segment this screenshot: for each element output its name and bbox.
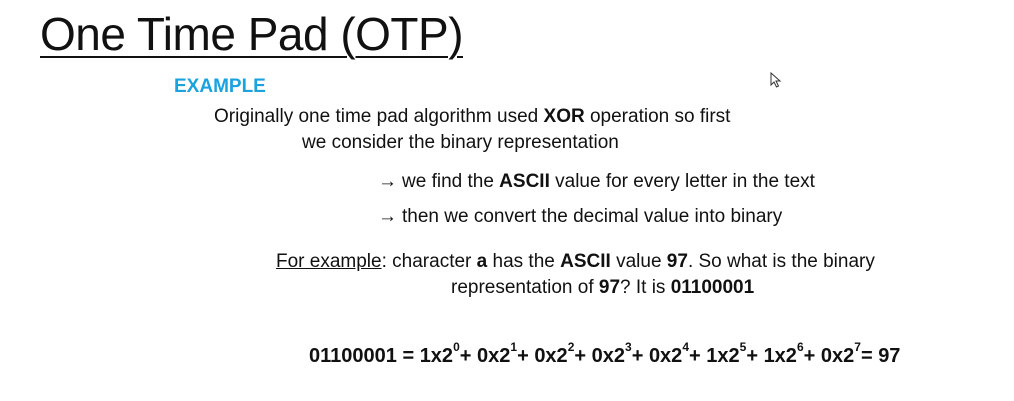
term-operator: + xyxy=(459,345,477,367)
bullet-ascii-post: value for every letter in the text xyxy=(549,171,815,192)
term-operator: + xyxy=(631,345,649,367)
for-example-text: ? It is xyxy=(620,277,671,298)
character-a: a xyxy=(476,251,488,272)
term-coef: 1x2 xyxy=(419,345,454,367)
binary-expansion-formula: 01100001 = 1x20+ 0x21+ 0x22+ 0x23+ 0x24+… xyxy=(309,337,900,375)
ascii-value: 97 xyxy=(598,277,621,298)
term-exponent: 6 xyxy=(796,340,804,354)
right-arrow-icon: → xyxy=(378,171,397,192)
intro-line-2: we consider the binary representation xyxy=(302,132,619,153)
for-example-text: : character xyxy=(381,251,477,272)
for-example-text: has the xyxy=(487,251,561,272)
ascii-value: 97 xyxy=(666,251,688,272)
right-arrow-icon: → xyxy=(378,206,397,227)
formula-term: 1x26+ xyxy=(763,341,821,367)
term-exponent: 3 xyxy=(625,340,632,354)
formula-term: 0x24+ xyxy=(648,341,707,367)
ascii-term: ASCII xyxy=(560,251,611,272)
ascii-term: ASCII xyxy=(499,171,550,192)
term-coef: 0x2 xyxy=(820,345,855,367)
for-example-text: . So what is the binary xyxy=(687,251,875,272)
intro-text-1: Originally one time pad algorithm used xyxy=(214,106,544,127)
binary-value: 01100001 xyxy=(670,277,755,298)
term-operator: + xyxy=(517,345,535,367)
term-operator: = xyxy=(860,345,879,367)
term-coef: 0x2 xyxy=(534,345,568,367)
bullet-ascii-pre: we find the xyxy=(402,171,500,192)
term-operator: + xyxy=(574,345,592,367)
for-example-line-2: representation of 97? It is 01100001 xyxy=(451,276,754,300)
bullet-binary: → then we convert the decimal value into … xyxy=(378,205,782,229)
term-coef: 1x2 xyxy=(706,345,740,367)
term-exponent: 7 xyxy=(854,340,861,354)
term-operator: + xyxy=(689,345,707,367)
for-example-text: representation of xyxy=(451,277,599,298)
term-coef: 0x2 xyxy=(648,345,683,367)
term-coef: 1x2 xyxy=(763,345,797,367)
formula-term: 1x20+ xyxy=(419,341,477,367)
for-example-label: For example xyxy=(276,251,382,272)
xor-term: XOR xyxy=(543,106,585,127)
term-exponent: 0 xyxy=(453,340,460,354)
formula-rhs: 97 xyxy=(878,345,901,367)
formula-term: 1x25+ xyxy=(706,341,764,367)
formula-term: 0x23+ xyxy=(591,341,649,367)
term-operator: + xyxy=(803,345,821,367)
formula-term: 0x22+ xyxy=(534,341,592,367)
mouse-pointer-icon xyxy=(770,72,782,88)
term-coef: 0x2 xyxy=(477,345,511,367)
for-example-text: value xyxy=(610,251,667,272)
slide-title: One Time Pad (OTP) xyxy=(40,8,464,60)
intro-line-1: Originally one time pad algorithm used X… xyxy=(214,105,730,129)
intro-text-2: operation so first xyxy=(584,106,731,127)
for-example-line-1: For example: character a has the ASCII v… xyxy=(276,250,875,274)
bullet-ascii: → we find the ASCII value for every lette… xyxy=(378,170,815,194)
term-coef: 0x2 xyxy=(591,345,625,367)
formula-lhs: 01100001 = xyxy=(309,345,420,367)
term-exponent: 4 xyxy=(682,340,689,354)
bullet-binary-text: then we convert the decimal value into b… xyxy=(402,206,783,227)
example-label: EXAMPLE xyxy=(174,76,266,97)
formula-term: 0x21+ xyxy=(477,341,535,367)
formula-term: 0x27= xyxy=(820,341,879,367)
term-operator: + xyxy=(746,345,764,367)
